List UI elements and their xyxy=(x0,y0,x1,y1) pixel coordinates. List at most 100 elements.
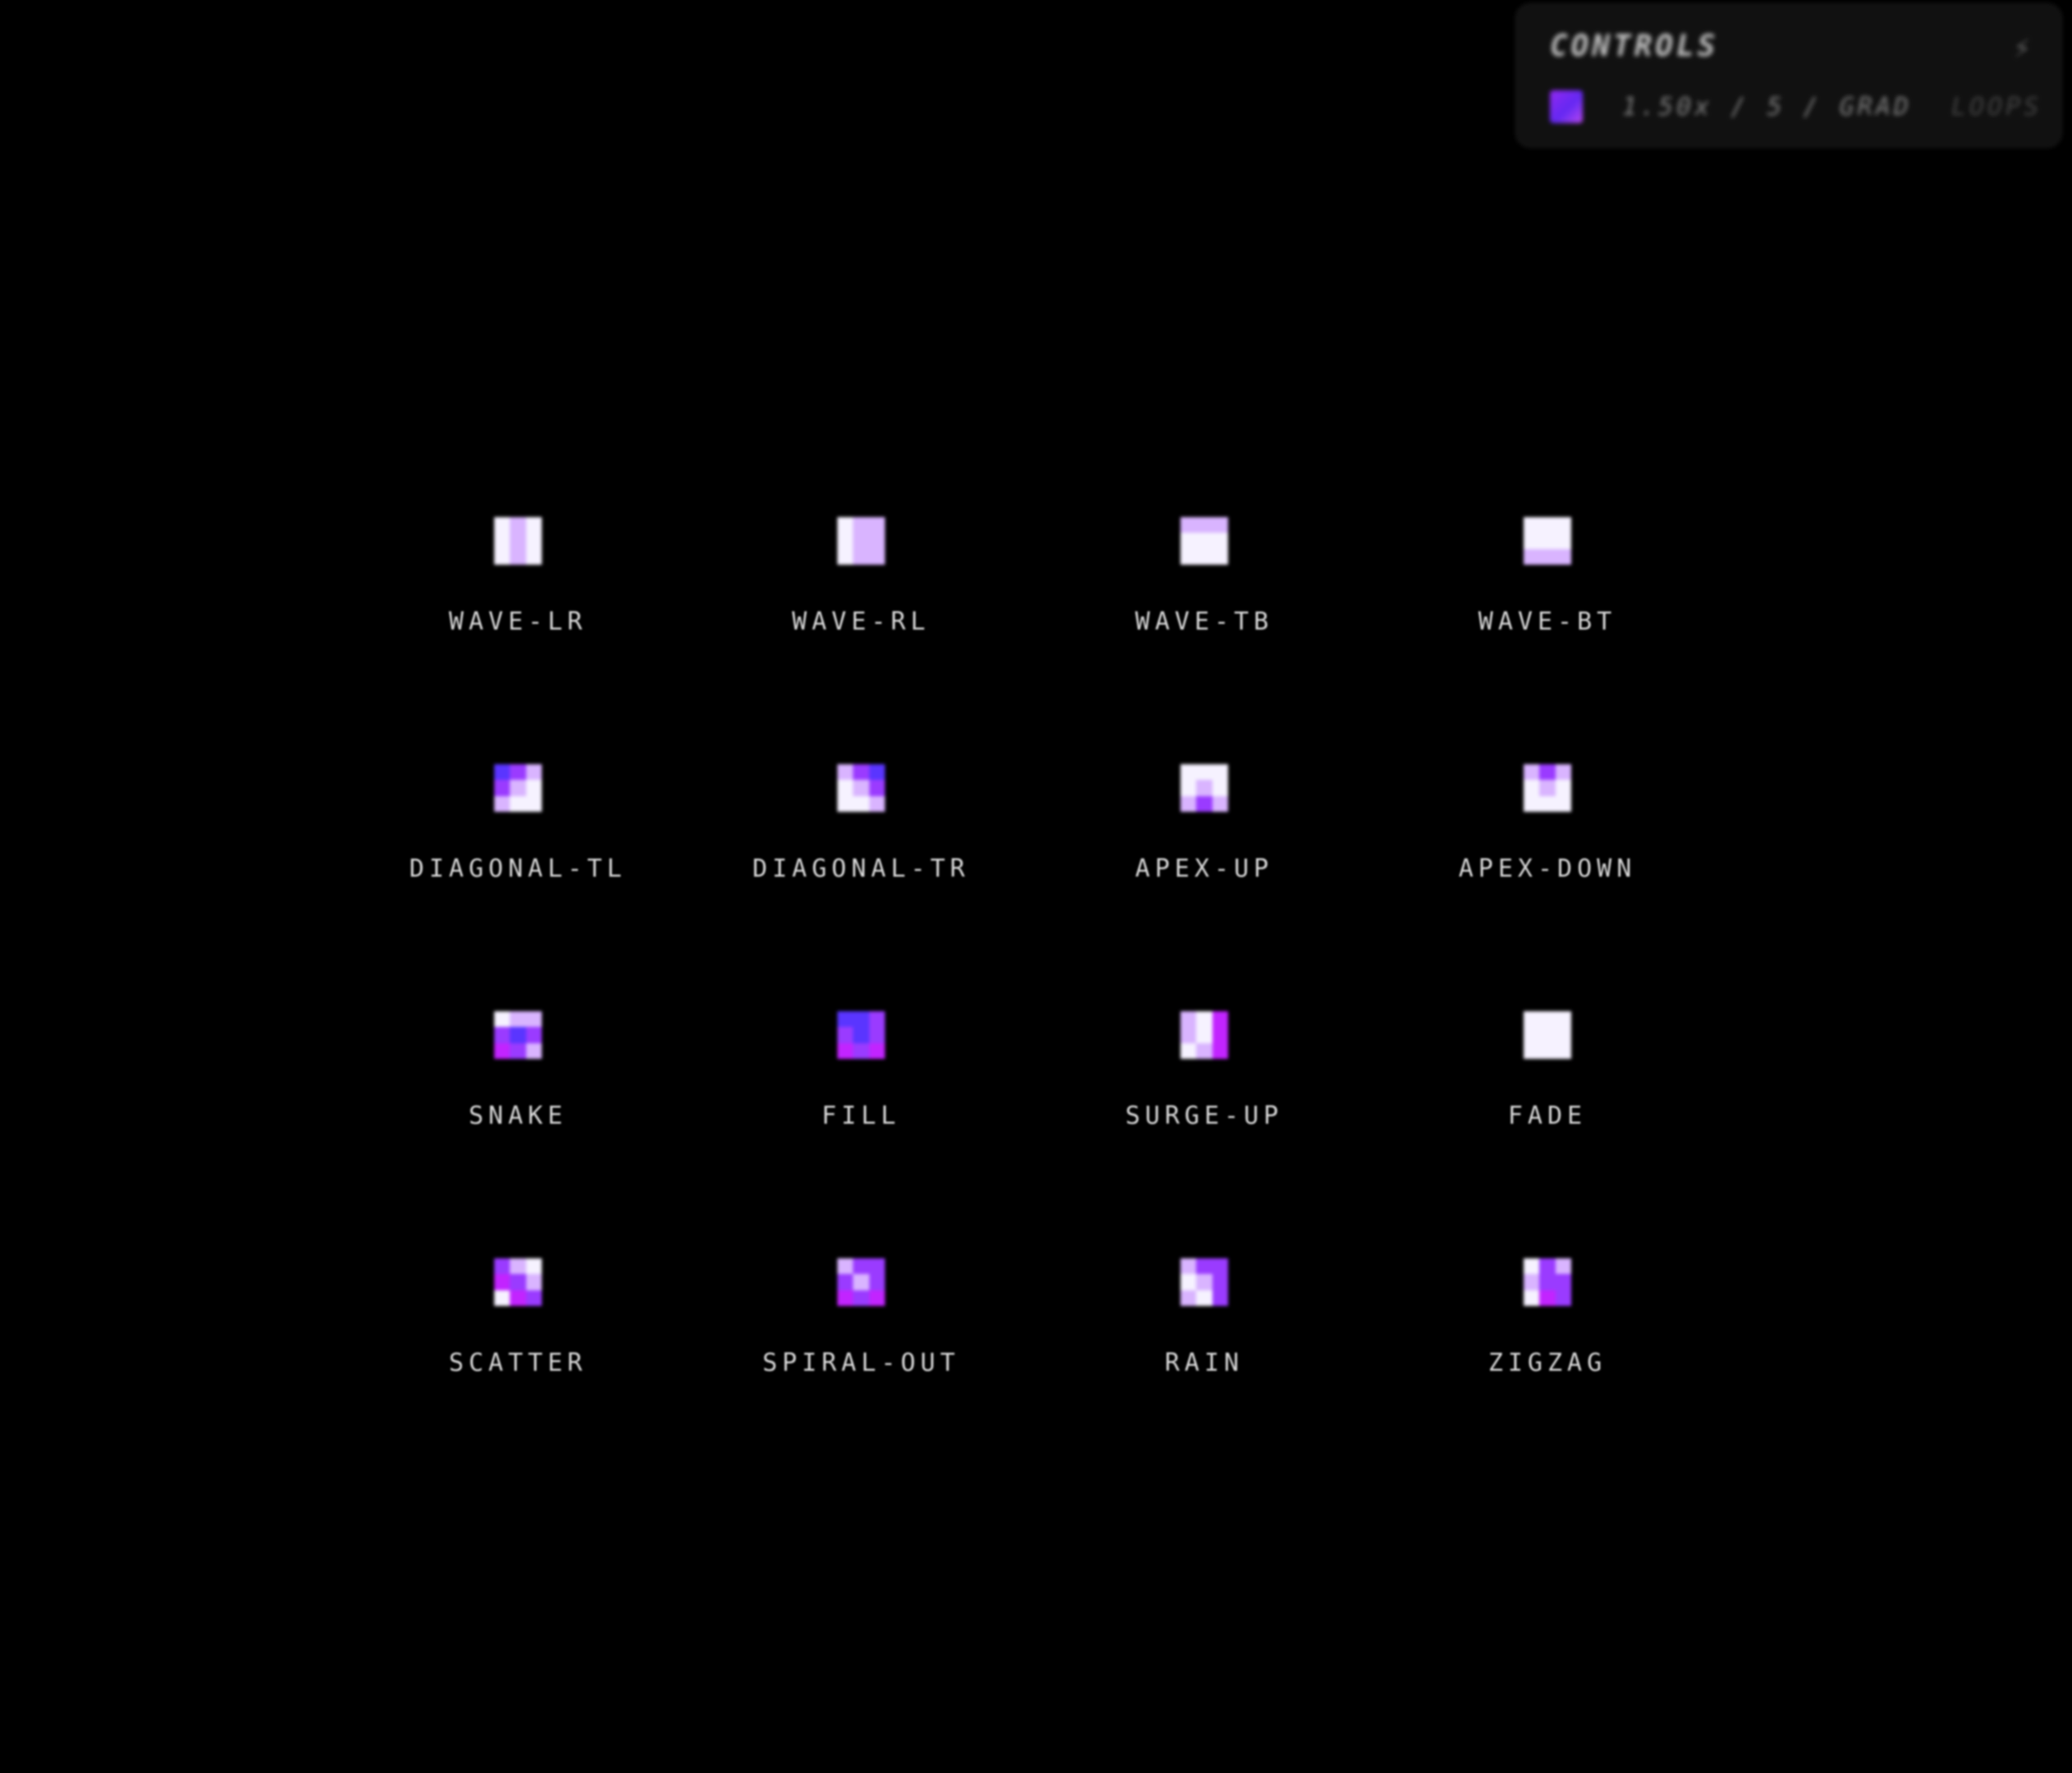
preview-pixel xyxy=(1180,1258,1197,1275)
preview-pixel xyxy=(1196,1274,1212,1290)
preview-pixel xyxy=(494,780,511,796)
preview-pixel xyxy=(853,1258,869,1275)
color-swatch[interactable] xyxy=(1550,90,1583,123)
preset-preview-icon xyxy=(1180,1258,1228,1306)
preset-zigzag[interactable]: ZIGZAG xyxy=(1376,1244,1719,1491)
preview-pixel xyxy=(510,1027,526,1043)
preview-pixel xyxy=(1539,548,1556,565)
preview-pixel xyxy=(1524,764,1540,781)
preview-pixel xyxy=(837,548,854,565)
preview-pixel xyxy=(869,1027,885,1043)
preview-pixel xyxy=(869,517,885,534)
preview-pixel xyxy=(1212,780,1228,796)
preview-pixel xyxy=(1524,1042,1540,1059)
preview-pixel xyxy=(853,517,869,534)
preset-wave-bt[interactable]: WAVE-BT xyxy=(1376,502,1719,749)
preview-pixel xyxy=(1180,795,1197,812)
preview-pixel xyxy=(494,533,511,549)
preview-pixel xyxy=(853,1011,869,1028)
preview-pixel xyxy=(837,795,854,812)
preset-surge-up[interactable]: SURGE-UP xyxy=(1033,996,1376,1244)
preset-preview-icon xyxy=(1180,517,1228,565)
preview-pixel xyxy=(510,780,526,796)
preview-pixel xyxy=(494,1011,511,1028)
preview-pixel xyxy=(494,1290,511,1306)
preview-pixel xyxy=(869,1042,885,1059)
preset-spiral-out[interactable]: SPIRAL-OUT xyxy=(690,1244,1033,1491)
preset-wave-tb[interactable]: WAVE-TB xyxy=(1033,502,1376,749)
preview-pixel xyxy=(1196,764,1212,781)
preview-pixel xyxy=(525,1274,542,1290)
preview-pixel xyxy=(1196,1042,1212,1059)
preview-pixel xyxy=(853,1042,869,1059)
preview-pixel xyxy=(525,1027,542,1043)
preview-pixel xyxy=(1539,1290,1556,1306)
preset-wave-rl[interactable]: WAVE-RL xyxy=(690,502,1033,749)
preview-pixel xyxy=(853,1290,869,1306)
preview-pixel xyxy=(510,1290,526,1306)
preview-pixel xyxy=(1539,1027,1556,1043)
preset-label: ZIGZAG xyxy=(1488,1349,1607,1377)
preview-pixel xyxy=(1180,764,1197,781)
preset-label: SNAKE xyxy=(468,1102,568,1130)
preset-apex-down[interactable]: APEX-DOWN xyxy=(1376,749,1719,996)
preview-pixel xyxy=(837,1011,854,1028)
preview-pixel xyxy=(525,517,542,534)
preset-label: WAVE-TB xyxy=(1135,607,1274,636)
preview-pixel xyxy=(510,1258,526,1275)
bolt-icon[interactable]: ⚡ xyxy=(2013,31,2031,65)
preset-fade[interactable]: FADE xyxy=(1376,996,1719,1244)
preset-diagonal-tr[interactable]: DIAGONAL-TR xyxy=(690,749,1033,996)
preset-wave-lr[interactable]: WAVE-LR xyxy=(346,502,690,749)
preset-label: SPIRAL-OUT xyxy=(762,1349,960,1377)
preview-pixel xyxy=(1196,1258,1212,1275)
preset-preview-icon xyxy=(494,517,542,565)
preset-diagonal-tl[interactable]: DIAGONAL-TL xyxy=(346,749,690,996)
preview-pixel xyxy=(525,1011,542,1028)
preview-pixel xyxy=(1212,764,1228,781)
preview-pixel xyxy=(494,795,511,812)
preview-pixel xyxy=(1555,517,1571,534)
preset-label: WAVE-RL xyxy=(791,607,931,636)
preview-pixel xyxy=(869,548,885,565)
preview-pixel xyxy=(1555,795,1571,812)
preview-pixel xyxy=(1212,795,1228,812)
preview-pixel xyxy=(1539,533,1556,549)
preview-pixel xyxy=(494,1042,511,1059)
preview-pixel xyxy=(1196,548,1212,565)
preview-pixel xyxy=(1555,1290,1571,1306)
preview-pixel xyxy=(1180,1011,1197,1028)
preview-pixel xyxy=(1524,780,1540,796)
preset-preview-icon xyxy=(1524,517,1571,565)
preview-pixel xyxy=(1555,1027,1571,1043)
preset-scatter[interactable]: SCATTER xyxy=(346,1244,690,1491)
preview-pixel xyxy=(837,1274,854,1290)
preview-pixel xyxy=(869,1258,885,1275)
preset-label: SCATTER xyxy=(448,1349,588,1377)
preview-pixel xyxy=(1555,764,1571,781)
preview-pixel xyxy=(1524,1258,1540,1275)
preset-snake[interactable]: SNAKE xyxy=(346,996,690,1244)
preset-apex-up[interactable]: APEX-UP xyxy=(1033,749,1376,996)
preview-pixel xyxy=(1180,548,1197,565)
preview-pixel xyxy=(1196,517,1212,534)
preview-pixel xyxy=(1555,1258,1571,1275)
controls-panel[interactable]: CONTROLS ⚡ 1.50x / 5 / GRAD LOOPS xyxy=(1515,3,2062,148)
preview-pixel xyxy=(1212,1042,1228,1059)
preview-pixel xyxy=(1180,1042,1197,1059)
preview-pixel xyxy=(1196,780,1212,796)
preview-pixel xyxy=(1212,1027,1228,1043)
preview-pixel xyxy=(510,764,526,781)
preview-pixel xyxy=(1555,1274,1571,1290)
preview-pixel xyxy=(1539,764,1556,781)
preset-preview-icon xyxy=(1180,764,1228,812)
preview-pixel xyxy=(510,1042,526,1059)
preset-rain[interactable]: RAIN xyxy=(1033,1244,1376,1491)
preview-pixel xyxy=(1539,1258,1556,1275)
preset-fill[interactable]: FILL xyxy=(690,996,1033,1244)
preview-pixel xyxy=(494,1027,511,1043)
controls-settings-row[interactable]: 1.50x / 5 / GRAD LOOPS xyxy=(1550,90,2042,123)
preset-preview-icon xyxy=(837,764,885,812)
preview-pixel xyxy=(1212,1011,1228,1028)
preview-pixel xyxy=(1196,795,1212,812)
